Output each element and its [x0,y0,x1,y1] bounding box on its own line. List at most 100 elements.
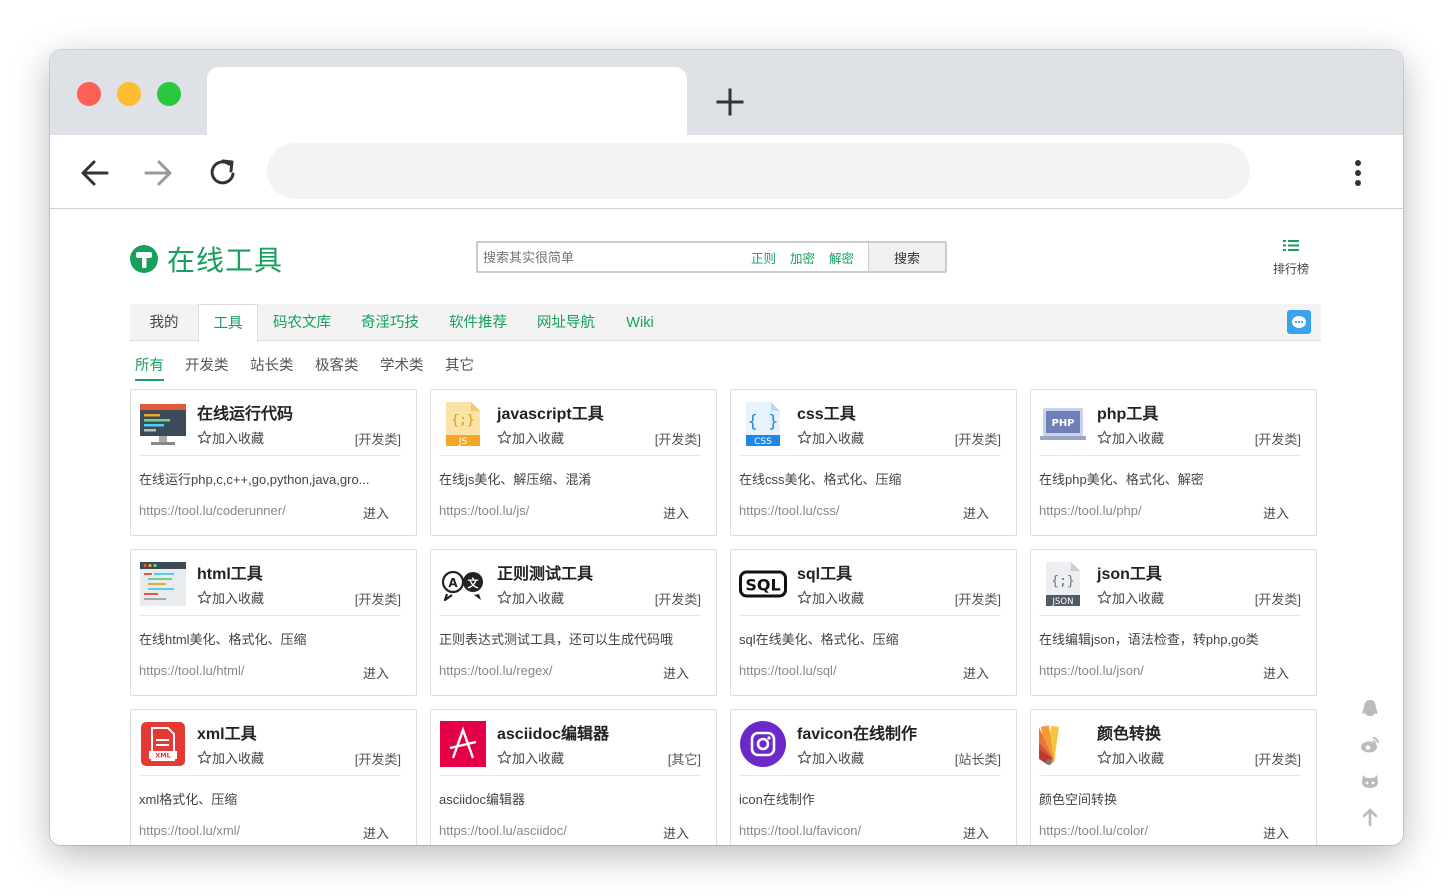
reload-button[interactable] [203,153,243,193]
enter-link[interactable]: 进入 [663,823,689,842]
tool-name[interactable]: php工具 [1097,400,1158,424]
tool-category: [站长类] [954,752,1001,767]
tool-url[interactable]: https://tool.lu/coderunner/ [139,503,286,518]
tool-card[interactable]: 颜色转换 加入收藏 [开发类] 颜色空间转换 https://tool.lu/color… [1017,709,1317,845]
add-favorite-button[interactable]: 加入收藏 [197,428,264,447]
add-favorite-button[interactable]: 加入收藏 [497,588,564,607]
browser-menu-button[interactable] [1338,153,1378,193]
back-button[interactable] [75,153,115,193]
tool-card[interactable]: {;} JSON json工具 加入收藏 [开发类] 在线编辑json，语法检查，转php… [1030,549,1317,696]
tab-docs[interactable]: 码农文库 [262,304,342,341]
php-laptop-icon: PHP [1039,400,1087,448]
enter-link[interactable]: 进入 [363,503,389,522]
site-logo[interactable]: 在线工具 [130,241,283,277]
back-to-top-button[interactable] [1358,805,1382,829]
quick-tag-regex[interactable]: 正则 [751,248,776,267]
maximize-window-button[interactable] [157,82,181,106]
tool-card[interactable]: 在线运行代码 加入收藏 [开发类] 在线运行php,c,c++,go,python,j… [130,389,417,536]
new-tab-button[interactable] [710,82,750,122]
enter-link[interactable]: 进入 [1263,823,1289,842]
browser-tab[interactable] [207,67,687,135]
add-favorite-button[interactable]: 加入收藏 [1097,588,1164,607]
add-favorite-label: 加入收藏 [1112,751,1165,766]
add-favorite-button[interactable]: 加入收藏 [797,748,864,767]
tool-url[interactable]: https://tool.lu/sql/ [739,663,837,678]
tab-mine[interactable]: 我的 [130,304,198,341]
tool-card[interactable]: asciidoc编辑器 加入收藏 [其它] asciidoc编辑器 https://to… [430,709,717,845]
filter-other[interactable]: 其它 [445,354,474,379]
enter-link[interactable]: 进入 [363,823,389,842]
qq-button[interactable] [1358,697,1382,721]
tool-card[interactable]: XML xml工具 加入收藏 [开发类] xml格式化、压缩 https://tool.l… [130,709,417,845]
forward-button[interactable] [138,153,178,193]
filter-all[interactable]: 所有 [135,354,164,381]
tab-tricks[interactable]: 奇淫巧技 [350,304,430,341]
enter-link[interactable]: 进入 [963,663,989,682]
tool-name[interactable]: html工具 [197,560,263,584]
card-divider [1039,455,1301,456]
tool-card[interactable]: A 文正则测试工具 加入收藏 [开发类] 正则表达式测试工具，还可以生成代码哦 https… [430,549,717,696]
add-favorite-button[interactable]: 加入收藏 [797,428,864,447]
search-input[interactable] [478,243,751,271]
filter-geek[interactable]: 极客类 [315,354,359,379]
close-window-button[interactable] [77,82,101,106]
tool-url[interactable]: https://tool.lu/regex/ [439,663,552,678]
filter-academic[interactable]: 学术类 [380,354,424,379]
tool-name[interactable]: javascript工具 [497,400,604,424]
tool-name[interactable]: 正则测试工具 [497,560,593,584]
tool-url[interactable]: https://tool.lu/xml/ [139,823,240,838]
weibo-button[interactable] [1358,733,1382,757]
rank-link[interactable]: 排行榜 [1268,239,1314,277]
chat-button[interactable] [1287,310,1311,334]
address-bar[interactable] [267,143,1250,199]
tool-url[interactable]: https://tool.lu/css/ [739,503,839,518]
quick-tag-encrypt[interactable]: 加密 [790,248,815,267]
add-favorite-button[interactable]: 加入收藏 [797,588,864,607]
github-button[interactable] [1358,769,1382,793]
enter-link[interactable]: 进入 [1263,663,1289,682]
tool-name[interactable]: json工具 [1097,560,1162,584]
add-favorite-button[interactable]: 加入收藏 [197,748,264,767]
enter-link[interactable]: 进入 [963,823,989,842]
quick-tag-decrypt[interactable]: 解密 [829,248,854,267]
tool-name[interactable]: favicon在线制作 [797,720,917,744]
tool-url[interactable]: https://tool.lu/asciidoc/ [439,823,567,838]
enter-link[interactable]: 进入 [663,503,689,522]
tool-url[interactable]: https://tool.lu/color/ [1039,823,1148,838]
tool-card[interactable]: favicon在线制作 加入收藏 [站长类] icon在线制作 https://tool… [730,709,1017,845]
add-favorite-button[interactable]: 加入收藏 [197,588,264,607]
tab-wiki[interactable]: Wiki [614,304,666,341]
enter-link[interactable]: 进入 [363,663,389,682]
add-favorite-button[interactable]: 加入收藏 [497,748,564,767]
tool-name[interactable]: 在线运行代码 [197,400,293,424]
tool-url[interactable]: https://tool.lu/favicon/ [739,823,861,838]
filter-webmaster[interactable]: 站长类 [250,354,294,379]
search-button[interactable]: 搜索 [868,243,945,271]
add-favorite-button[interactable]: 加入收藏 [1097,428,1164,447]
tool-card[interactable]: PHP php工具 加入收藏 [开发类] 在线php美化、格式化、解密 https://t… [1030,389,1317,536]
tool-url[interactable]: https://tool.lu/json/ [1039,663,1144,678]
tab-nav-sites[interactable]: 网址导航 [526,304,606,341]
add-favorite-label: 加入收藏 [812,751,865,766]
add-favorite-button[interactable]: 加入收藏 [497,428,564,447]
tool-name[interactable]: sql工具 [797,560,852,584]
tool-card[interactable]: {;} JS javascript工具 加入收藏 [开发类] 在线js美化、解压缩、混淆 h… [430,389,717,536]
enter-link[interactable]: 进入 [663,663,689,682]
tool-card[interactable]: SQL sql工具 加入收藏 [开发类] sql在线美化、格式化、压缩 https://t… [730,549,1017,696]
tool-name[interactable]: xml工具 [197,720,257,744]
tab-software[interactable]: 软件推荐 [438,304,518,341]
tool-url[interactable]: https://tool.lu/html/ [139,663,245,678]
minimize-window-button[interactable] [117,82,141,106]
filter-dev[interactable]: 开发类 [185,354,229,379]
tool-name[interactable]: css工具 [797,400,856,424]
tool-card[interactable]: html工具 加入收藏 [开发类] 在线html美化、格式化、压缩 https://to… [130,549,417,696]
tool-name[interactable]: asciidoc编辑器 [497,720,609,744]
tab-tools[interactable]: 工具 [198,304,258,342]
tool-name[interactable]: 颜色转换 [1097,720,1161,744]
tool-url[interactable]: https://tool.lu/php/ [1039,503,1142,518]
tool-card[interactable]: { } CSS css工具 加入收藏 [开发类] 在线css美化、格式化、压缩 https:… [730,389,1017,536]
add-favorite-button[interactable]: 加入收藏 [1097,748,1164,767]
tool-url[interactable]: https://tool.lu/js/ [439,503,529,518]
enter-link[interactable]: 进入 [963,503,989,522]
enter-link[interactable]: 进入 [1263,503,1289,522]
